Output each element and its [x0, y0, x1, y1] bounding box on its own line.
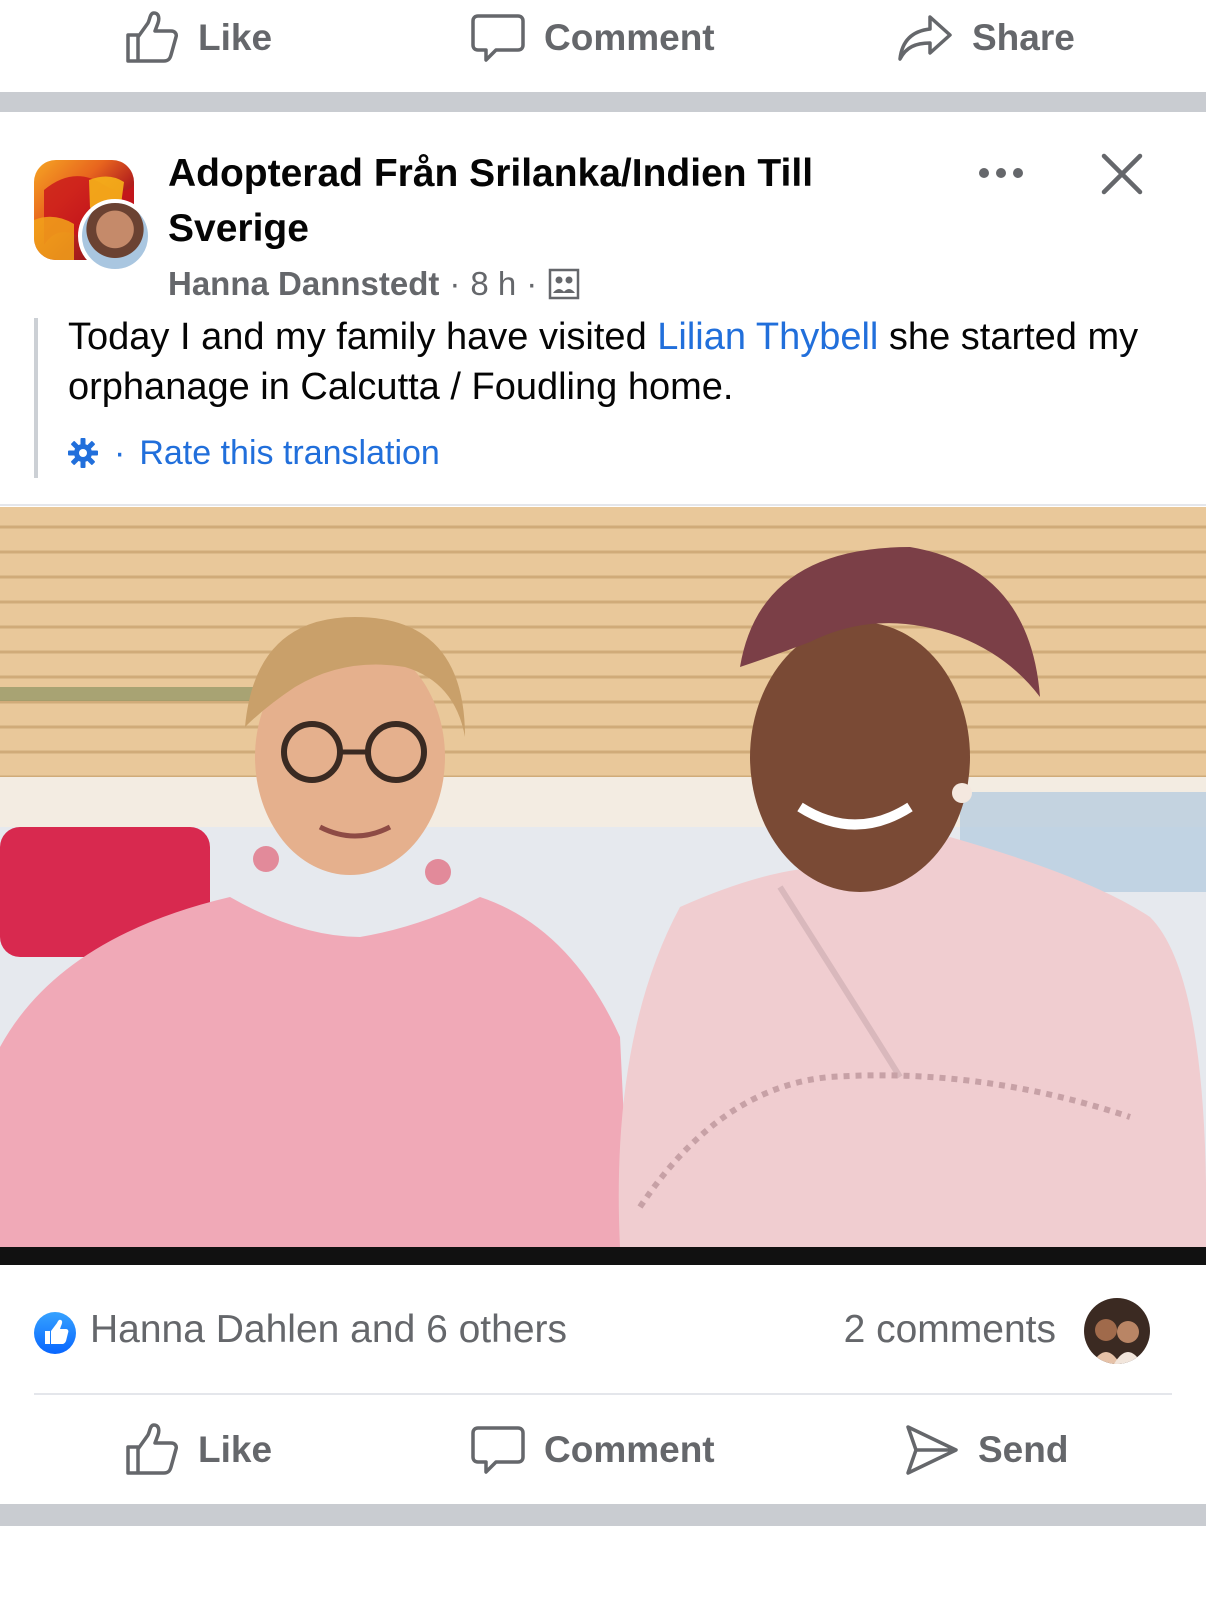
translation-quote-bar [34, 318, 38, 478]
previous-post-action-bar: Like Comment Share [0, 0, 1206, 92]
post-body: Today I and my family have visited Lilia… [68, 312, 1178, 412]
group-members-icon [549, 268, 580, 300]
actions-divider [34, 1393, 1172, 1395]
post-separator [0, 1504, 1206, 1526]
meta-separator: · [449, 265, 461, 302]
like-label: Like [198, 1429, 273, 1470]
comment-button[interactable]: Comment [470, 8, 715, 68]
like-button[interactable]: Like [122, 1420, 272, 1480]
rate-translation-link[interactable]: Rate this translation [139, 434, 440, 473]
comment-bubble-icon [471, 14, 525, 62]
comments-count[interactable]: 2 comments [844, 1308, 1056, 1352]
send-arrow-icon [906, 1425, 958, 1475]
gear-icon[interactable] [66, 436, 100, 470]
group-name[interactable]: Adopterad Från Srilanka/Indien Till Sver… [168, 146, 928, 256]
reactions-row: Hanna Dahlen and 6 others 2 comments [0, 1298, 1206, 1364]
ellipsis-icon [979, 168, 1023, 178]
comment-button[interactable]: Comment [470, 1420, 715, 1480]
like-label: Like [198, 17, 273, 58]
post-text-start: Today I and my family have visited [68, 316, 658, 358]
send-label: Send [978, 1429, 1069, 1470]
reactions-summary[interactable]: Hanna Dahlen and 6 others [90, 1308, 567, 1352]
post-action-bar: Like Comment Send [0, 1400, 1206, 1500]
hide-post-button[interactable] [1098, 150, 1146, 198]
photo-top-divider [0, 504, 1206, 506]
photo-bottom-edge [0, 1247, 1206, 1265]
more-options-button[interactable] [974, 158, 1028, 188]
share-button[interactable]: Share [896, 8, 1075, 68]
comment-label: Comment [544, 1429, 715, 1470]
commenter-avatar[interactable] [1084, 1298, 1150, 1364]
mention-link[interactable]: Lilian Thybell [657, 316, 878, 358]
photo-image [0, 507, 1206, 1247]
translation-separator: · [114, 433, 126, 472]
close-icon [1101, 153, 1143, 195]
thumbs-up-icon [126, 11, 178, 63]
share-label: Share [972, 17, 1075, 58]
like-button[interactable]: Like [122, 8, 272, 68]
share-arrow-icon [898, 15, 952, 61]
author-name[interactable]: Hanna Dannstedt [168, 265, 439, 303]
author-avatar[interactable] [78, 199, 152, 273]
post-time[interactable]: 8 h [470, 265, 516, 303]
meta-separator: · [526, 265, 538, 302]
send-button[interactable]: Send [902, 1420, 1068, 1480]
post-meta: Hanna Dannstedt · 8 h · [168, 262, 581, 306]
translation-row: · Rate this translation [66, 430, 440, 476]
comment-bubble-icon [471, 1426, 525, 1474]
thumbs-up-icon [126, 1423, 178, 1475]
post-separator [0, 92, 1206, 112]
comment-label: Comment [544, 17, 715, 58]
like-reaction-icon [34, 1312, 76, 1354]
post-photo[interactable] [0, 507, 1206, 1247]
